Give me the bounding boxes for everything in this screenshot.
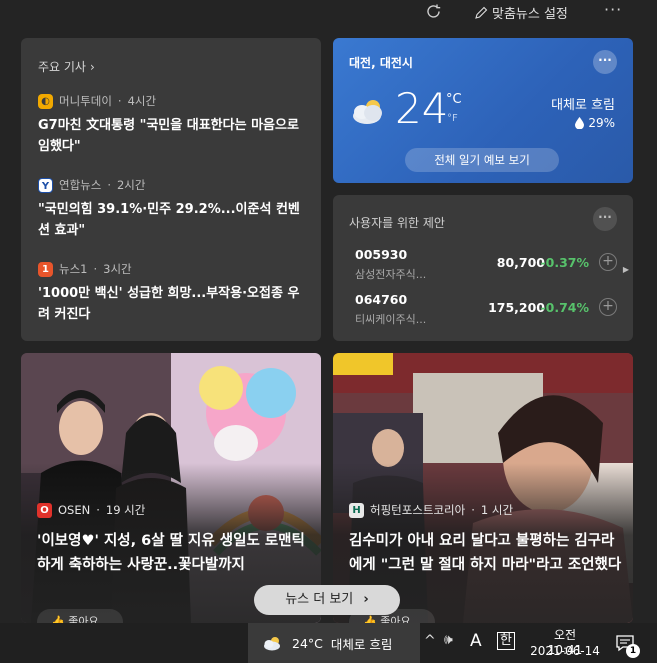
humidity-value: 29%: [588, 116, 615, 130]
story-source: 연합뉴스: [59, 178, 102, 192]
chevron-up-icon[interactable]: ^: [424, 633, 436, 649]
stock-change: -0.37%: [540, 255, 589, 270]
more-options-button[interactable]: ···: [604, 0, 622, 19]
taskbar: 24°C 대체로 흐림 ^ 🕪 A 한 오전 10:41 2021-06-14 …: [0, 623, 657, 663]
stock-price: 80,700: [496, 255, 545, 270]
taskbar-weather-button[interactable]: 24°C 대체로 흐림: [248, 623, 420, 663]
stocks-more-button[interactable]: ···: [593, 207, 617, 231]
chevron-right-icon: ›: [363, 592, 369, 607]
huffpost-logo-icon: H: [349, 502, 364, 518]
personalize-label: 맞춤뉴스 설정: [492, 7, 568, 22]
stock-name: 티씨케이주식...: [355, 313, 427, 326]
card-headline: '이보영♥' 지성, 6살 딸 지유 생일도 로맨틱하게 축하하는 사랑꾼..꽃…: [37, 533, 305, 573]
refresh-icon[interactable]: [424, 2, 444, 22]
notification-badge: 1: [626, 644, 640, 658]
story-headline: "국민의힘 39.1%·민주 29.2%...이준석 컨벤션 효과": [38, 202, 300, 238]
story-source: 머니투데이: [59, 94, 112, 108]
weather-condition: 대체로 흐림: [551, 98, 615, 113]
stock-row[interactable]: 005930 삼성전자주식... 80,700 -0.37% +: [355, 247, 617, 283]
taskbar-temp: 24°C: [292, 635, 323, 651]
stocks-header: 사용자를 위한 제안: [349, 216, 445, 230]
see-more-news-button[interactable]: 뉴스 더 보기 ›: [254, 585, 400, 615]
weather-card[interactable]: 대전, 대전시 ··· 24 °C °F 대체로 흐림 29% 전체 일기 예보…: [333, 38, 633, 183]
card-headline: 김수미가 아내 요리 달다고 불평하는 김구라에게 "그런 말 절대 하지 마라…: [349, 533, 622, 573]
next-arrow-icon[interactable]: ▶: [623, 265, 629, 274]
top-stories-header[interactable]: 주요 기사 ›: [38, 58, 95, 75]
stock-price: 175,200: [488, 300, 545, 315]
ime-mode-a[interactable]: A: [470, 631, 482, 651]
stock-row[interactable]: 064760 티씨케이주식... 175,200 -0.74% +: [355, 292, 617, 328]
osen-logo-icon: O: [37, 502, 52, 518]
story-time: 4시간: [127, 94, 157, 108]
clock-date[interactable]: 2021-06-14: [527, 644, 603, 658]
news-photo-card[interactable]: H 허핑턴포스트코리아 · 1 시간 김수미가 아내 요리 달다고 불평하는 김…: [333, 353, 633, 623]
story-item[interactable]: ◐ 머니투데이 · 4시간 G7마친 文대통령 "국민을 대표한다는 마음으로 …: [38, 93, 310, 157]
yonhap-logo-icon: Y: [38, 177, 53, 193]
taskbar-condition: 대체로 흐림: [330, 636, 393, 652]
stock-change: -0.74%: [540, 300, 589, 315]
card-source: H 허핑턴포스트코리아 · 1 시간: [349, 502, 513, 518]
stock-symbol: 005930: [355, 247, 408, 262]
story-headline: G7마친 文대통령 "국민을 대표한다는 마음으로 임했다": [38, 118, 299, 154]
celsius-toggle[interactable]: °C: [446, 92, 462, 107]
story-item[interactable]: Y 연합뉴스 · 2시간 "국민의힘 39.1%·민주 29.2%...이준석 …: [38, 177, 310, 241]
pencil-icon: [475, 6, 488, 19]
stock-symbol: 064760: [355, 292, 408, 307]
card-time: 1 시간: [480, 503, 514, 517]
droplet-icon: [575, 117, 585, 129]
news1-logo-icon: 1: [38, 261, 53, 277]
weather-more-button[interactable]: ···: [593, 50, 617, 74]
full-forecast-button[interactable]: 전체 일기 예보 보기: [405, 148, 559, 172]
weather-humidity: 29%: [575, 116, 615, 130]
add-stock-button[interactable]: +: [599, 298, 617, 316]
card-source-name: 허핑턴포스트코리아: [370, 503, 466, 517]
news-toolbar: 맞춤뉴스 설정 ···: [0, 0, 657, 26]
card-source-name: OSEN: [58, 503, 91, 517]
top-stories-title: 주요 기사: [38, 60, 86, 74]
chevron-right-icon: ›: [89, 59, 95, 74]
weather-temperature: 24: [395, 84, 449, 133]
story-time: 2시간: [116, 178, 146, 192]
add-stock-button[interactable]: +: [599, 253, 617, 271]
fahrenheit-toggle[interactable]: °F: [447, 113, 458, 124]
top-stories-card: 주요 기사 › ◐ 머니투데이 · 4시간 G7마친 文대통령 "국민을 대표한…: [21, 38, 321, 341]
volume-icon[interactable]: 🕪: [444, 632, 453, 648]
story-time: 3시간: [103, 262, 132, 276]
card-source: O OSEN · 19 시간: [37, 502, 145, 518]
card-time: 19 시간: [105, 503, 146, 517]
personalize-news-button[interactable]: 맞춤뉴스 설정: [474, 3, 568, 22]
like-button[interactable]: 👍 좋아요: [37, 609, 123, 623]
ime-hangul[interactable]: 한: [497, 632, 515, 650]
cloud-sun-icon: [264, 637, 280, 651]
story-item[interactable]: 1 뉴스1 · 3시간 '1000만 백신' 성급한 희망...부작용·오접종 …: [38, 261, 310, 325]
story-source: 뉴스1: [59, 262, 88, 276]
stocks-card: 사용자를 위한 제안 ··· 005930 삼성전자주식... 80,700 -…: [333, 195, 633, 341]
cloud-sun-icon: [353, 100, 382, 124]
moneytoday-logo-icon: ◐: [38, 93, 53, 109]
stock-name: 삼성전자주식...: [355, 268, 427, 281]
news-photo-card[interactable]: O OSEN · 19 시간 '이보영♥' 지성, 6살 딸 지유 생일도 로맨…: [21, 353, 321, 623]
story-headline: '1000만 백신' 성급한 희망...부작용·오접종 우려 커진다: [38, 286, 300, 322]
weather-location: 대전, 대전시: [349, 56, 413, 70]
see-more-label: 뉴스 더 보기: [285, 592, 354, 607]
